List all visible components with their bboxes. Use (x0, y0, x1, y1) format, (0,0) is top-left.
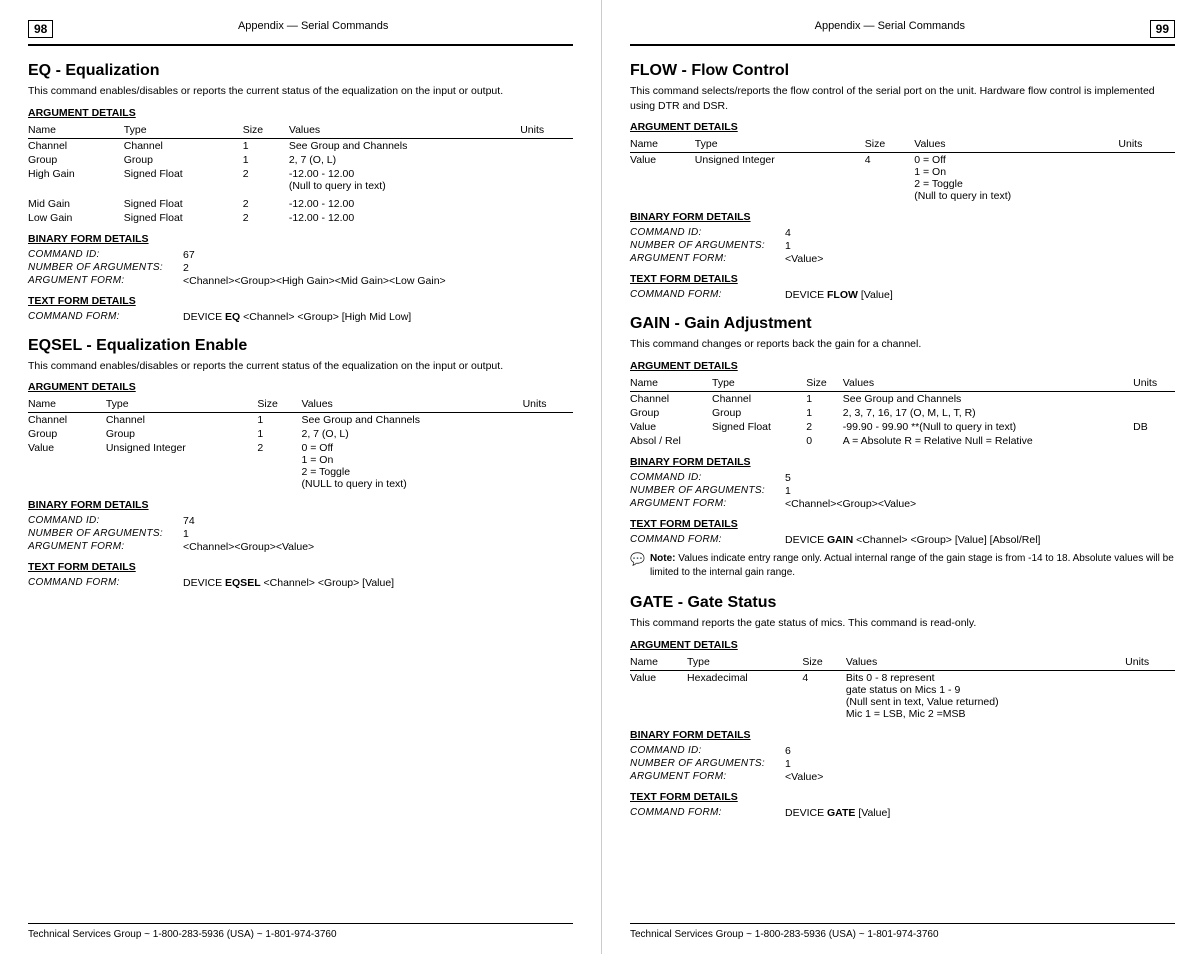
gain-binary-details: Command ID: 5 Number of Arguments: 1 Arg… (630, 472, 1175, 510)
flow-th-values: Values (914, 137, 1118, 153)
page-right: Appendix — Serial Commands 99 FLOW - Flo… (602, 0, 1203, 954)
gain-title: GAIN - Gain Adjustment (630, 315, 1175, 333)
table-row: Channel Channel 1 See Group and Channels (28, 413, 573, 428)
gain-text-label: TEXT FORM DETAILS (630, 518, 1175, 530)
left-header-title: Appendix — Serial Commands (63, 20, 563, 32)
gate-binary-label: BINARY FORM DETAILS (630, 729, 1175, 741)
gain-note: 💬 Note: Values indicate entry range only… (630, 552, 1175, 580)
eq-binary-details: Command ID: 67 Number of Arguments: 2 Ar… (28, 249, 573, 287)
eqsel-th-type: Type (106, 397, 258, 413)
eqsel-desc: This command enables/disables or reports… (28, 359, 573, 374)
eqsel-title: EQSEL - Equalization Enable (28, 337, 573, 355)
flow-binary-label: BINARY FORM DETAILS (630, 211, 1175, 223)
gate-desc: This command reports the gate status of … (630, 616, 1175, 631)
page-container: 98 Appendix — Serial Commands EQ - Equal… (0, 0, 1203, 954)
flow-table: Name Type Size Values Units Value Unsign… (630, 137, 1175, 203)
table-row: Channel Channel 1 See Group and Channels (630, 392, 1175, 407)
gain-arg-label: ARGUMENT DETAILS (630, 360, 1175, 372)
eq-table: Name Type Size Values Units Channel Chan… (28, 123, 573, 225)
eqsel-text-label: TEXT FORM DETAILS (28, 561, 573, 573)
table-row: Mid Gain Signed Float 2 -12.00 - 12.00 (28, 197, 573, 211)
eq-text-label: TEXT FORM DETAILS (28, 295, 573, 307)
gain-th-name: Name (630, 376, 712, 392)
eqsel-th-values: Values (301, 397, 522, 413)
gate-section: GATE - Gate Status This command reports … (630, 594, 1175, 819)
gate-th-name: Name (630, 655, 687, 671)
gate-table: Name Type Size Values Units Value Hexade… (630, 655, 1175, 721)
eqsel-th-size: Size (257, 397, 301, 413)
left-page-num: 98 (28, 20, 53, 38)
table-row: Value Hexadecimal 4 Bits 0 - 8 represent… (630, 670, 1175, 721)
eqsel-section: EQSEL - Equalization Enable This command… (28, 337, 573, 590)
gate-text-label: TEXT FORM DETAILS (630, 791, 1175, 803)
gain-th-type: Type (712, 376, 806, 392)
gain-desc: This command changes or reports back the… (630, 337, 1175, 352)
left-footer: Technical Services Group ~ 1-800-283-593… (28, 923, 573, 940)
eqsel-text-details: Command Form: DEVICE EQSEL <Channel> <Gr… (28, 577, 573, 589)
gate-th-type: Type (687, 655, 802, 671)
gain-text-details: Command Form: DEVICE GAIN <Channel> <Gro… (630, 534, 1175, 546)
right-header: Appendix — Serial Commands 99 (630, 20, 1175, 46)
table-row: Low Gain Signed Float 2 -12.00 - 12.00 (28, 211, 573, 225)
eq-th-name: Name (28, 123, 124, 139)
gate-th-size: Size (802, 655, 846, 671)
flow-th-type: Type (695, 137, 865, 153)
right-footer: Technical Services Group ~ 1-800-283-593… (630, 923, 1175, 940)
flow-arg-label: ARGUMENT DETAILS (630, 121, 1175, 133)
table-row: Absol / Rel 0 A = Absolute R = Relative … (630, 434, 1175, 448)
eq-desc: This command enables/disables or reports… (28, 84, 573, 99)
gate-text-details: Command Form: DEVICE GATE [Value] (630, 807, 1175, 819)
eq-th-size: Size (243, 123, 289, 139)
eqsel-binary-label: BINARY FORM DETAILS (28, 499, 573, 511)
table-row: Value Unsigned Integer 4 0 = Off1 = On2 … (630, 153, 1175, 204)
gain-section: GAIN - Gain Adjustment This command chan… (630, 315, 1175, 580)
flow-text-details: Command Form: DEVICE FLOW [Value] (630, 289, 1175, 301)
flow-section: FLOW - Flow Control This command selects… (630, 62, 1175, 301)
gain-th-units: Units (1133, 376, 1175, 392)
right-header-title: Appendix — Serial Commands (640, 20, 1140, 32)
flow-th-units: Units (1118, 137, 1175, 153)
eq-binary-label: BINARY FORM DETAILS (28, 233, 573, 245)
eq-th-type: Type (124, 123, 243, 139)
gain-th-size: Size (806, 376, 843, 392)
gain-binary-label: BINARY FORM DETAILS (630, 456, 1175, 468)
gain-note-text: Note: Values indicate entry range only. … (650, 552, 1175, 580)
flow-th-name: Name (630, 137, 695, 153)
gate-binary-details: Command ID: 6 Number of Arguments: 1 Arg… (630, 745, 1175, 783)
gate-title: GATE - Gate Status (630, 594, 1175, 612)
gate-th-units: Units (1125, 655, 1175, 671)
flow-title: FLOW - Flow Control (630, 62, 1175, 80)
page-left: 98 Appendix — Serial Commands EQ - Equal… (0, 0, 601, 954)
eqsel-th-units: Units (523, 397, 573, 413)
eq-section: EQ - Equalization This command enables/d… (28, 62, 573, 323)
left-header: 98 Appendix — Serial Commands (28, 20, 573, 46)
table-row: Value Unsigned Integer 2 0 = Off1 = On2 … (28, 441, 573, 491)
right-page-num: 99 (1150, 20, 1175, 38)
flow-th-size: Size (865, 137, 914, 153)
eqsel-binary-details: Command ID: 74 Number of Arguments: 1 Ar… (28, 515, 573, 553)
eq-th-units: Units (520, 123, 573, 139)
table-row: Group Group 1 2, 7 (O, L) (28, 427, 573, 441)
table-row: Channel Channel 1 See Group and Channels (28, 138, 573, 153)
gate-th-values: Values (846, 655, 1125, 671)
note-icon: 💬 (630, 551, 645, 568)
gain-th-values: Values (843, 376, 1133, 392)
eq-title: EQ - Equalization (28, 62, 573, 80)
eq-th-values: Values (289, 123, 520, 139)
table-row: High Gain Signed Float 2 -12.00 - 12.00(… (28, 167, 573, 193)
table-row: Group Group 1 2, 7 (O, L) (28, 153, 573, 167)
flow-desc: This command selects/reports the flow co… (630, 84, 1175, 113)
flow-binary-details: Command ID: 4 Number of Arguments: 1 Arg… (630, 227, 1175, 265)
eq-arg-label: ARGUMENT DETAILS (28, 107, 573, 119)
table-row: Value Signed Float 2 -99.90 - 99.90 **(N… (630, 420, 1175, 434)
eqsel-table: Name Type Size Values Units Channel Chan… (28, 397, 573, 491)
table-row: Group Group 1 2, 3, 7, 16, 17 (O, M, L, … (630, 406, 1175, 420)
gate-arg-label: ARGUMENT DETAILS (630, 639, 1175, 651)
eqsel-th-name: Name (28, 397, 106, 413)
eqsel-arg-label: ARGUMENT DETAILS (28, 381, 573, 393)
eq-text-details: Command Form: DEVICE EQ <Channel> <Group… (28, 311, 573, 323)
flow-text-label: TEXT FORM DETAILS (630, 273, 1175, 285)
gain-table: Name Type Size Values Units Channel Chan… (630, 376, 1175, 448)
